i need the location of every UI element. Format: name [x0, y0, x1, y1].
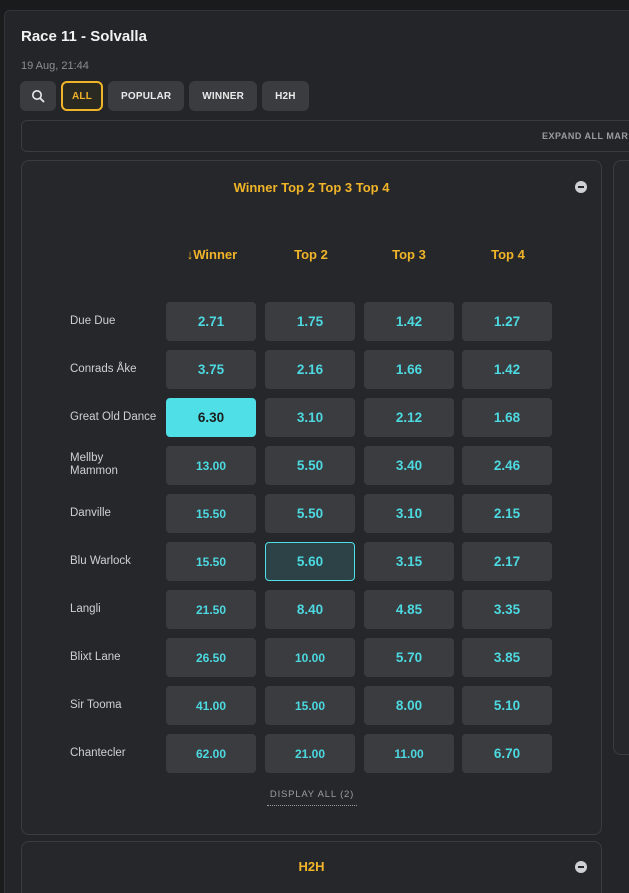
runner-name: Mellby Mammon [70, 452, 118, 477]
odds-button[interactable]: 10.00 [265, 638, 355, 677]
search-icon [32, 90, 45, 103]
market-title: Winner Top 2 Top 3 Top 4 [233, 180, 390, 195]
odds-button[interactable]: 3.40 [364, 446, 454, 485]
odds-button[interactable]: 2.15 [462, 494, 552, 533]
filter-h2h-button[interactable]: H2H [262, 81, 309, 111]
page-title: Race 11 - Solvalla [21, 28, 147, 45]
runner-name: Chantecler [70, 747, 126, 759]
odds-button[interactable]: 5.60 [265, 542, 355, 581]
side-panel [613, 160, 629, 755]
odds-button[interactable]: 5.10 [462, 686, 552, 725]
odds-button[interactable]: 1.75 [265, 302, 355, 341]
odds-button[interactable]: 8.00 [364, 686, 454, 725]
odds-button[interactable]: 21.00 [265, 734, 355, 773]
odds-button[interactable]: 5.50 [265, 446, 355, 485]
filter-popular-button[interactable]: POPULAR [108, 81, 185, 111]
odds-button[interactable]: 3.75 [166, 350, 256, 389]
odds-button[interactable]: 2.12 [364, 398, 454, 437]
odds-button[interactable]: 3.10 [364, 494, 454, 533]
odds-button[interactable]: 21.50 [166, 590, 256, 629]
odds-button[interactable]: 1.68 [462, 398, 552, 437]
odds-button[interactable]: 2.16 [265, 350, 355, 389]
runner-name: Langli [70, 603, 101, 615]
filter-winner-button[interactable]: WINNER [189, 81, 258, 111]
odds-button[interactable]: 1.42 [462, 350, 552, 389]
search-button[interactable] [20, 81, 56, 111]
odds-button[interactable]: 8.40 [265, 590, 355, 629]
runner-name: Great Old Dance [70, 411, 157, 423]
expand-all-bar[interactable]: EXPAND ALL MAR [21, 120, 629, 152]
odds-button[interactable]: 15.00 [265, 686, 355, 725]
odds-button[interactable]: 3.35 [462, 590, 552, 629]
odds-button[interactable]: 62.00 [166, 734, 256, 773]
runner-name: Danville [70, 507, 111, 519]
expand-all-label: EXPAND ALL MAR [542, 131, 629, 141]
odds-button[interactable]: 1.42 [364, 302, 454, 341]
odds-button[interactable]: 11.00 [364, 734, 454, 773]
display-all-link[interactable]: DISPLAY ALL (2) [267, 789, 357, 806]
odds-button[interactable]: 15.50 [166, 542, 256, 581]
filter-bar: ALL POPULAR WINNER H2H [20, 81, 309, 111]
odds-button[interactable]: 26.50 [166, 638, 256, 677]
odds-button[interactable]: 4.85 [364, 590, 454, 629]
runner-name: Blixt Lane [70, 651, 121, 663]
runner-name: Conrads Åke [70, 363, 137, 375]
odds-button[interactable]: 6.30 [166, 398, 256, 437]
column-header-top4: Top 4 [491, 247, 525, 262]
odds-button[interactable]: 13.00 [166, 446, 256, 485]
odds-button[interactable]: 2.17 [462, 542, 552, 581]
market-panel: Winner Top 2 Top 3 Top 4 ↓Winner Top 2 T… [21, 160, 602, 835]
odds-button[interactable]: 1.66 [364, 350, 454, 389]
odds-button[interactable]: 3.85 [462, 638, 552, 677]
odds-button[interactable]: 5.50 [265, 494, 355, 533]
column-header-winner[interactable]: ↓Winner [167, 247, 257, 262]
h2h-title: H2H [298, 859, 325, 874]
odds-button[interactable]: 6.70 [462, 734, 552, 773]
odds-button[interactable]: 3.15 [364, 542, 454, 581]
column-header-top3: Top 3 [392, 247, 426, 262]
odds-button[interactable]: 2.71 [166, 302, 256, 341]
runner-name: Blu Warlock [70, 555, 131, 567]
runner-name: Sir Tooma [70, 699, 122, 711]
odds-button[interactable]: 3.10 [265, 398, 355, 437]
odds-button[interactable]: 1.27 [462, 302, 552, 341]
collapse-icon[interactable] [575, 181, 587, 193]
odds-button[interactable]: 5.70 [364, 638, 454, 677]
odds-button[interactable]: 15.50 [166, 494, 256, 533]
odds-button[interactable]: 2.46 [462, 446, 552, 485]
odds-button[interactable]: 41.00 [166, 686, 256, 725]
filter-all-button[interactable]: ALL [61, 81, 103, 111]
event-date: 19 Aug, 21:44 [21, 60, 89, 72]
runner-name: Due Due [70, 315, 116, 327]
collapse-icon[interactable] [575, 861, 587, 873]
h2h-panel: H2H [21, 841, 602, 893]
column-header-top2: Top 2 [294, 247, 328, 262]
